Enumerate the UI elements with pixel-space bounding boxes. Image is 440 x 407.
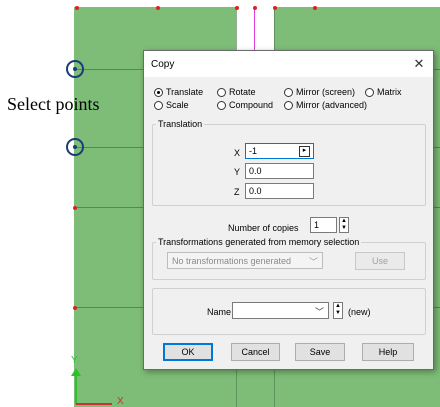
- spin-down-icon[interactable]: ▼: [334, 310, 342, 317]
- z-label: Z: [234, 187, 240, 197]
- chevron-down-icon: ﹀: [308, 257, 318, 267]
- canvas-point[interactable]: [75, 6, 79, 10]
- spin-up-icon[interactable]: ▲: [340, 218, 348, 225]
- z-input[interactable]: 0.0: [245, 183, 314, 199]
- use-button: Use: [355, 252, 405, 270]
- copies-label: Number of copies: [228, 223, 299, 233]
- copies-input[interactable]: 1: [310, 217, 337, 233]
- radio-unchecked-icon: [217, 87, 226, 97]
- radio-mirror-screen[interactable]: Mirror (screen): [284, 87, 355, 97]
- spin-down-icon[interactable]: ▼: [340, 225, 348, 232]
- canvas-gap: [236, 7, 274, 54]
- radio-label: Rotate: [229, 87, 256, 97]
- canvas-point[interactable]: [235, 6, 239, 10]
- spin-up-icon[interactable]: ▲: [334, 303, 342, 310]
- radio-label: Compound: [229, 100, 274, 110]
- translation-group-label: Translation: [156, 119, 205, 129]
- canvas-point[interactable]: [253, 6, 257, 10]
- help-button[interactable]: Help: [362, 343, 414, 361]
- canvas-point[interactable]: [156, 6, 160, 10]
- annotation-label: Select points: [7, 94, 100, 114]
- radio-unchecked-icon: [154, 100, 163, 110]
- radio-unchecked-icon: [365, 87, 374, 97]
- y-axis-line: [75, 374, 77, 404]
- y-label: Y: [234, 167, 241, 177]
- highlight-circle-icon: [66, 138, 84, 156]
- radio-label: Translate: [166, 87, 204, 97]
- canvas-point[interactable]: [313, 6, 317, 10]
- magenta-guide-line: [254, 7, 255, 54]
- radio-label: Mirror (screen): [296, 87, 356, 97]
- pick-icon[interactable]: ▸: [299, 146, 310, 157]
- canvas-point[interactable]: [73, 206, 77, 210]
- canvas-point[interactable]: [73, 306, 77, 310]
- copies-spinner[interactable]: ▲ ▼: [339, 217, 349, 233]
- x-input-value: -1: [249, 146, 258, 156]
- radio-compound[interactable]: Compound: [217, 100, 273, 110]
- name-select[interactable]: ﹀: [232, 302, 329, 319]
- canvas-point[interactable]: [273, 6, 277, 10]
- name-label: Name: [207, 307, 232, 317]
- radio-rotate[interactable]: Rotate: [217, 87, 256, 97]
- copy-dialog: Copy ✕ Translate Rotate Mirror (screen) …: [143, 50, 434, 370]
- radio-label: Mirror (advanced): [296, 100, 368, 110]
- memory-group-label: Transformations generated from memory se…: [156, 237, 362, 247]
- radio-scale[interactable]: Scale: [154, 100, 189, 110]
- radio-unchecked-icon: [217, 100, 226, 110]
- x-axis-line: [76, 403, 112, 405]
- x-axis-label: X: [117, 396, 124, 407]
- radio-label: Scale: [166, 100, 189, 110]
- radio-translate[interactable]: Translate: [154, 87, 203, 97]
- radio-label: Matrix: [377, 87, 402, 97]
- close-icon[interactable]: ✕: [411, 56, 427, 72]
- radio-mirror-advanced[interactable]: Mirror (advanced): [284, 100, 367, 110]
- ok-button[interactable]: OK: [163, 343, 213, 361]
- radio-unchecked-icon: [284, 87, 293, 97]
- memory-select-value: No transformations generated: [172, 256, 292, 266]
- memory-select: No transformations generated ﹀: [167, 252, 323, 269]
- radio-matrix[interactable]: Matrix: [365, 87, 402, 97]
- dialog-title: Copy: [151, 59, 175, 70]
- y-input[interactable]: 0.0: [245, 163, 314, 179]
- cancel-button[interactable]: Cancel: [231, 343, 280, 361]
- x-label: X: [234, 148, 241, 158]
- name-spinner[interactable]: ▲ ▼: [333, 302, 343, 319]
- highlight-circle-icon: [66, 60, 84, 78]
- chevron-down-icon[interactable]: ﹀: [315, 305, 324, 318]
- save-button[interactable]: Save: [295, 343, 345, 361]
- name-suffix: (new): [348, 307, 371, 317]
- radio-checked-icon: [154, 87, 163, 97]
- x-input[interactable]: -1 ▸: [245, 143, 314, 159]
- y-axis-label: Y: [71, 355, 78, 366]
- dialog-titlebar[interactable]: Copy ✕: [144, 51, 433, 77]
- radio-unchecked-icon: [284, 100, 293, 110]
